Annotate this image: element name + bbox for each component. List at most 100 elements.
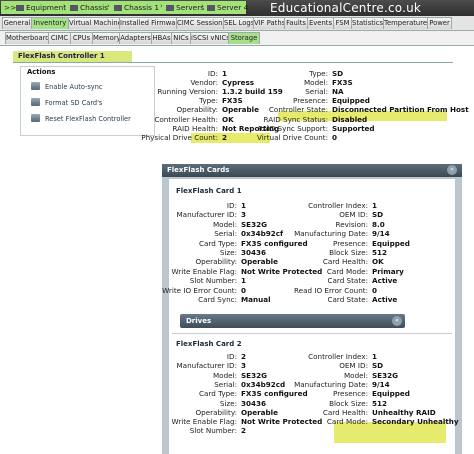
format-sd-cards-action[interactable]: Format SD Card's [45, 99, 102, 107]
property-value: 2 [222, 132, 228, 142]
property-value: 1 [241, 276, 247, 286]
tab-sel-logs[interactable]: SEL Logs [223, 17, 254, 29]
breadcrumb-separator: › [63, 2, 66, 10]
breadcrumb-equipment[interactable]: Equipment [16, 3, 66, 12]
property-label: Serial: [305, 87, 328, 97]
tab-statistics[interactable]: Statistics [351, 17, 384, 29]
property-value: NA [332, 87, 344, 97]
property-label: Controller State: [268, 105, 328, 115]
tab-general[interactable]: General [2, 17, 32, 29]
server-icon [207, 5, 215, 11]
flexflash-cards-header[interactable]: FlexFlash Cards [162, 164, 462, 177]
breadcrumb-server-4[interactable]: Server 4 [207, 3, 248, 12]
subtab-nics[interactable]: NICs [171, 32, 191, 44]
subtab-storage[interactable]: Storage [228, 32, 260, 44]
subtab-iscsi-vnics[interactable]: iSCSI vNICs [190, 32, 230, 44]
subtab-hbas[interactable]: HBAs [151, 32, 172, 44]
tab-temperatures[interactable]: Temperatures [383, 17, 431, 29]
property-value: SE32G [241, 219, 267, 229]
collapse-cards-icon[interactable]: « [447, 165, 457, 175]
tab-events[interactable]: Events [307, 17, 334, 29]
property-value: SE32G [241, 370, 267, 380]
enable-auto-sync-action[interactable]: Enable Auto-sync [45, 83, 103, 91]
breadcrumb-chassis-1[interactable]: Chassis 1 [114, 3, 159, 12]
subtab-cpus[interactable]: CPUs [70, 32, 93, 44]
actions-heading: Actions [27, 68, 56, 76]
breadcrumb-servers[interactable]: Servers [166, 3, 204, 12]
property-label: ID: [207, 69, 218, 78]
property-label: Serial: [214, 229, 237, 239]
property-value: SD [372, 361, 384, 371]
property-value: Disconnected Partition From Host [332, 105, 469, 115]
controller-title: FlexFlash Controller 1 [18, 52, 105, 60]
property-label: Card Mode: [326, 266, 368, 276]
tab-power[interactable]: Power [427, 17, 452, 29]
property-value: FX3S [222, 96, 243, 106]
property-value: OK [222, 114, 234, 124]
property-value: Equipped [372, 389, 410, 399]
subtab-motherboard[interactable]: Motherboard [5, 32, 50, 44]
property-value: 1 [372, 352, 378, 361]
tab-cimc-sessions[interactable]: CIMC Sessions [176, 17, 226, 29]
property-label: RAID Sync Status: [263, 114, 329, 124]
property-value: 9/14 [372, 229, 390, 239]
property-value: Not Write Protected [241, 266, 323, 276]
property-value: FX3S [332, 78, 353, 88]
property-label: RAID Sync Support: [257, 123, 328, 133]
tab-virtual-machines[interactable]: Virtual Machines [68, 17, 125, 29]
property-label: Card Type: [198, 238, 237, 248]
property-value: OK [372, 257, 384, 267]
main-tab-row: General Inventory Virtual Machines Insta… [0, 16, 474, 31]
card-2-title: FlexFlash Card 2 [176, 340, 242, 348]
property-value: FX3S configured [241, 389, 308, 399]
property-label: Slot Number: [189, 276, 237, 286]
property-label: Manufacturing Date: [294, 229, 368, 239]
property-value: SD [332, 69, 344, 78]
property-value: 2 [241, 352, 247, 361]
reset-controller-icon [31, 114, 40, 122]
property-label: Card State: [327, 295, 368, 304]
property-value: Primary [372, 266, 404, 276]
property-label: Write Enable Flag: [171, 266, 237, 276]
property-value: 512 [372, 398, 388, 408]
watermark: EducationalCentre.co.uk [270, 1, 422, 15]
tab-vif-paths[interactable]: VIF Paths [253, 17, 285, 29]
card-1-title: FlexFlash Card 1 [176, 187, 242, 195]
property-value: Not Write Protected [241, 417, 323, 427]
property-value: Equipped [332, 96, 370, 106]
subtab-memory[interactable]: Memory [92, 32, 121, 44]
property-label: Revision: [335, 219, 368, 229]
tab-inventory[interactable]: Inventory [31, 17, 69, 29]
breadcrumb-chassis[interactable]: Chassis [70, 3, 108, 12]
collapse-drives-icon[interactable]: « [392, 316, 402, 326]
subtab-cimc[interactable]: CIMC [48, 32, 71, 44]
tab-installed-firmware[interactable]: Installed Firmware [119, 17, 182, 29]
property-label: ID: [226, 201, 237, 210]
equipment-icon [16, 5, 24, 11]
property-label: OEM ID: [339, 361, 368, 371]
property-label: Vendor: [190, 78, 218, 88]
property-value: FX3S configured [241, 238, 308, 248]
drives-header[interactable]: Drives [180, 314, 405, 328]
property-value: 9/14 [372, 379, 390, 389]
property-label: Size: [219, 248, 237, 257]
property-label: Controller Health: [154, 114, 218, 124]
property-value: 1 [241, 201, 247, 210]
property-label: Card Sync: [198, 295, 237, 304]
subtab-adapters[interactable]: Adapters [119, 32, 152, 44]
flexflash-cards-title: FlexFlash Cards [167, 166, 230, 174]
property-label: Controller Index: [308, 352, 368, 361]
servers-icon [166, 5, 174, 11]
property-label: Presence: [333, 389, 368, 399]
tab-fsm[interactable]: FSM [333, 17, 352, 29]
property-label: Card Mode: [326, 417, 368, 427]
property-value: 0x34b92cd [241, 379, 286, 389]
reset-flexflash-controller-action[interactable]: Reset FlexFlash Controller [45, 115, 131, 123]
property-label: Running Version: [157, 87, 218, 97]
property-label: Operability: [195, 257, 237, 267]
tab-faults[interactable]: Faults [284, 17, 308, 29]
chassis-icon [70, 5, 78, 11]
controller-title-highlight: FlexFlash Controller 1 [13, 51, 132, 62]
sub-tab-row: Motherboard CIMC CPUs Memory Adapters HB… [0, 31, 474, 46]
actions-panel: Actions Enable Auto-sync Format SD Card'… [20, 66, 155, 136]
